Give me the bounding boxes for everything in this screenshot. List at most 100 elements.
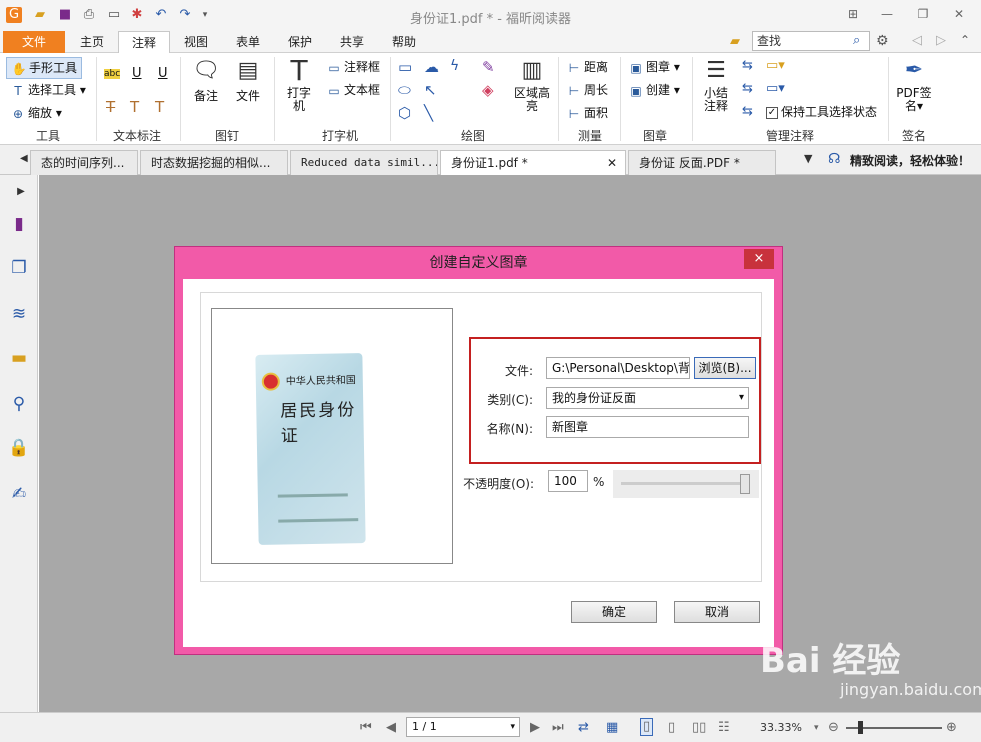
prev-page-icon[interactable]: ◀ (386, 720, 396, 736)
select-tool-button[interactable]: T 选择工具 ▾ (10, 81, 86, 99)
pages-icon[interactable]: ❐ (8, 257, 30, 279)
tab-comment[interactable]: 注释 (118, 31, 170, 54)
gear-icon[interactable]: ⚙ (876, 33, 889, 49)
continuous-facing-icon[interactable]: ☷ (718, 720, 730, 736)
insert-text-icon[interactable]: T (155, 98, 164, 116)
underline-icon[interactable]: U (132, 66, 142, 81)
textbox-button[interactable]: ▭ 文本框 (326, 81, 380, 99)
category-select[interactable]: 我的身份证反面 ▾ (546, 387, 749, 409)
zoom-slider-thumb[interactable] (858, 721, 863, 734)
promo-text[interactable]: 精致阅读，轻松体验！ (850, 152, 970, 169)
squiggly-icon[interactable]: U (158, 66, 168, 81)
opacity-slider[interactable] (613, 470, 759, 498)
file-attach-button[interactable]: ▤ 文件 (230, 57, 266, 104)
facing-view-icon[interactable]: ▯▯ (692, 720, 706, 736)
minimize-button[interactable]: — (872, 4, 902, 24)
tab-view[interactable]: 视图 (172, 31, 220, 53)
typewriter-button[interactable]: T 打字机 (282, 57, 316, 113)
next-icon[interactable]: ▷ (936, 33, 946, 48)
dialog-close-button[interactable]: × (744, 249, 774, 269)
summarize-comments-button[interactable]: ☰ 小结注释 (700, 57, 732, 113)
tab-list-icon[interactable]: ▼ (804, 152, 812, 165)
callout-button[interactable]: ▭ 注释框 (326, 58, 380, 76)
search-icon[interactable]: ⌕ (853, 33, 860, 48)
prev-icon[interactable]: ◁ (912, 33, 922, 48)
slider-thumb[interactable] (740, 474, 750, 494)
signature-panel-icon[interactable]: ✍ (8, 483, 30, 505)
layers-icon[interactable]: ≋ (8, 303, 30, 325)
strikeout-icon[interactable]: T (106, 98, 115, 116)
import-comments-icon[interactable]: ⇆ (742, 58, 753, 73)
doc-tab[interactable]: 身份证 反面.PDF * (628, 150, 776, 175)
tab-form[interactable]: 表单 (224, 31, 272, 53)
pencil-icon[interactable]: ✎ (482, 58, 495, 76)
ok-button[interactable]: 确定 (571, 601, 657, 623)
first-page-icon[interactable]: ⏮ (360, 720, 372, 736)
close-tab-icon[interactable]: ✕ (607, 151, 617, 175)
attachment-icon[interactable]: ⚲ (8, 393, 30, 415)
tab-help[interactable]: 帮助 (380, 31, 428, 53)
browse-button[interactable]: 浏览(B)... (694, 357, 756, 379)
tab-home[interactable]: 主页 (68, 31, 116, 53)
last-page-icon[interactable]: ⏭ (552, 720, 564, 736)
find-folder-icon[interactable]: ▰ (730, 34, 740, 49)
distance-button[interactable]: ⊢ 距离 (566, 58, 608, 76)
tab-protect[interactable]: 保护 (276, 31, 324, 53)
continuous-view-icon[interactable]: ▯ (668, 720, 675, 736)
pdf-sign-button[interactable]: ✒ PDF签名▾ (894, 57, 934, 113)
comments-icon[interactable]: ▬ (8, 347, 30, 369)
replace-text-icon[interactable]: T (130, 98, 139, 116)
perimeter-button[interactable]: ⊢ 周长 (566, 81, 608, 99)
page-number-input[interactable]: 1 / 1 ▾ (406, 717, 520, 737)
fit-page-icon[interactable]: ▦ (606, 720, 618, 736)
zoom-dropdown-icon[interactable]: ▾ (814, 720, 819, 736)
area-highlight-button[interactable]: ▥ 区域高亮 (514, 57, 550, 113)
bookmark-icon[interactable]: ▮ (8, 213, 30, 235)
zoom-in-icon[interactable]: ⊕ (946, 720, 957, 736)
zoom-out-icon[interactable]: ⊖ (828, 720, 839, 736)
doc-tab[interactable]: Reduced data simil... (290, 150, 438, 175)
page-transition-icon[interactable]: ⇄ (578, 720, 589, 736)
tab-file[interactable]: 文件 (3, 31, 65, 53)
hand-tool-button[interactable]: ✋ 手形工具 (6, 57, 83, 79)
expand-panel-icon[interactable]: ▶ (16, 181, 26, 203)
create-stamp-button[interactable]: ▣ 创建 ▾ (628, 81, 680, 99)
stamp-name-field[interactable]: 新图章 (546, 416, 749, 438)
collapse-ribbon-icon[interactable]: ⌃ (960, 33, 970, 47)
line-icon[interactable]: ╲ (424, 104, 433, 122)
cloud-icon[interactable]: ☁ (424, 58, 439, 76)
keep-tool-checkbox[interactable]: ✓ 保持工具选择状态 (766, 103, 877, 120)
export-comments-icon[interactable]: ▭▾ (766, 58, 785, 73)
popup-icon[interactable]: ⇆ (742, 104, 753, 119)
doc-tab-active[interactable]: 身份证1.pdf * ✕ (440, 150, 626, 175)
polygon-icon[interactable]: ⬡ (398, 104, 411, 122)
lock-icon[interactable]: 🔒 (8, 437, 30, 459)
tab-share[interactable]: 共享 (328, 31, 376, 53)
rectangle-icon[interactable]: ▭ (398, 58, 412, 76)
stamp-button[interactable]: ▣ 图章 ▾ (628, 58, 680, 76)
freeform-icon[interactable]: ϟ (450, 58, 459, 74)
file-path-field[interactable]: G:\Personal\Desktop\背面 (546, 357, 690, 379)
next-page-icon[interactable]: ▶ (530, 720, 540, 736)
zoom-tool-button[interactable]: ⊕ 缩放 ▾ (10, 104, 62, 122)
doc-tab[interactable]: 态的时间序列... (30, 150, 138, 175)
doc-tab[interactable]: 时态数据挖掘的相似... (140, 150, 288, 175)
fdf-icon[interactable]: ⇆ (742, 81, 753, 96)
tab-scroll-left-icon[interactable]: ◀ (20, 153, 28, 164)
highlight-text-icon[interactable]: abc (104, 69, 121, 79)
show-comments-icon[interactable]: ▭▾ (766, 81, 785, 96)
eraser-icon[interactable]: ◈ (482, 81, 494, 99)
card-subtitle: 居民身份证 (280, 400, 357, 447)
arrow-icon[interactable]: ↖ (424, 81, 437, 99)
layout-icon[interactable]: ⊞ (838, 4, 868, 24)
category-label: 类别(C): (487, 393, 533, 407)
area-button[interactable]: ⊢ 面积 (566, 104, 608, 122)
close-window-button[interactable]: ✕ (944, 4, 974, 24)
note-button[interactable]: 🗨 备注 (188, 57, 224, 104)
single-page-view-icon[interactable]: ▯ (640, 718, 654, 736)
opacity-input[interactable]: 100 (548, 470, 588, 492)
restore-button[interactable]: ❐ (908, 4, 938, 24)
oval-icon[interactable]: ⬭ (398, 81, 411, 99)
zoom-level[interactable]: 33.33% (760, 720, 802, 736)
cancel-button[interactable]: 取消 (674, 601, 760, 623)
